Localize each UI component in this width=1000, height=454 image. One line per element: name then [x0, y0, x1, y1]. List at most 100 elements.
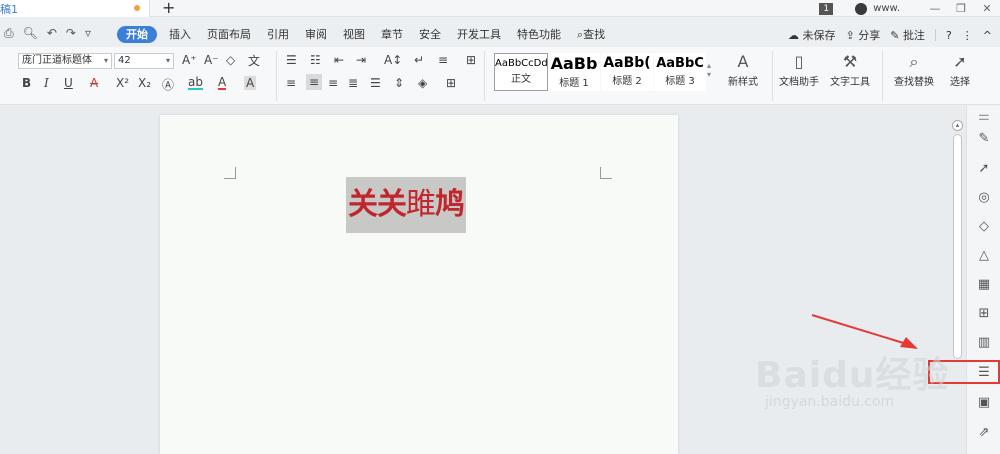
styles-scroll-icon[interactable]: ▴ ▾ — [707, 61, 711, 79]
comment-button[interactable]: ✎ 批注 — [890, 27, 925, 43]
find-replace-label: 查找替换 — [894, 77, 934, 88]
borders-icon[interactable]: ⊞ — [446, 76, 456, 90]
decrease-indent-icon[interactable]: ⇤ — [334, 53, 344, 67]
doc-assistant-button[interactable]: ▯ 文档助手 — [776, 51, 822, 88]
text-effect-icon[interactable]: Ⓐ — [162, 76, 174, 93]
select-button[interactable]: ➚ 选择 — [942, 51, 978, 88]
heading-part-light: 雎 — [406, 187, 436, 222]
new-style-button[interactable]: A 新样式 — [720, 51, 766, 88]
underline-icon[interactable]: U — [64, 76, 73, 90]
font-family-select[interactable]: 庞门正道标题体 ▾ — [18, 53, 112, 69]
triangle-icon[interactable]: △ — [975, 247, 993, 265]
text-tools-label: 文字工具 — [830, 77, 870, 88]
undo-icon[interactable]: ↶ — [47, 26, 57, 41]
align-right-icon[interactable]: ≡ — [328, 76, 338, 90]
vertical-scrollbar[interactable]: ▴ — [951, 120, 964, 454]
close-button[interactable]: ✕ — [974, 2, 1000, 15]
tab-view[interactable]: 视图 — [335, 26, 373, 43]
highlight-icon[interactable]: ab — [188, 76, 203, 90]
location-icon[interactable]: ◎ — [975, 189, 993, 207]
shapes-icon[interactable]: ◇ — [975, 218, 993, 236]
align-center-icon[interactable]: ≡ — [306, 74, 323, 90]
text-tools-button[interactable]: ⚒ 文字工具 — [824, 51, 876, 88]
clear-format-icon[interactable]: ◇ — [226, 53, 235, 67]
show-marks-icon[interactable]: ↵ — [414, 53, 424, 67]
table-icon[interactable]: ▦ — [975, 276, 993, 294]
table-icon[interactable]: ⊞ — [466, 53, 476, 67]
increase-indent-icon[interactable]: ⇥ — [356, 53, 366, 67]
style-heading-1[interactable]: AaBb 标题 1 — [548, 53, 600, 91]
user-name[interactable]: www. — [873, 3, 900, 14]
document-page[interactable]: 关关雎鸠 — [160, 115, 678, 454]
chart-icon[interactable]: ▥ — [975, 334, 993, 352]
tab-section[interactable]: 章节 — [373, 26, 411, 43]
tab-home[interactable]: 开始 — [117, 26, 157, 43]
sort-icon[interactable]: A↕ — [384, 53, 402, 67]
scroll-up-icon[interactable]: ▴ — [952, 120, 963, 131]
justify-icon[interactable]: ≣ — [348, 76, 358, 90]
numbered-list-icon[interactable]: ☷ — [310, 53, 321, 67]
style-label: 正文 — [511, 74, 531, 85]
new-style-icon: A — [737, 52, 749, 71]
divider — [772, 51, 773, 101]
font-color-icon[interactable]: A — [218, 76, 227, 90]
divider — [484, 51, 485, 101]
style-heading-3[interactable]: AaBbC 标题 3 — [654, 53, 706, 91]
divider — [934, 29, 936, 41]
redo-icon[interactable]: ↷ — [66, 26, 76, 41]
bullet-list-icon[interactable]: ☰ — [286, 53, 297, 67]
align-left-icon[interactable]: ≡ — [286, 76, 296, 90]
style-normal[interactable]: AaBbCcDd 正文 — [494, 53, 548, 91]
tab-insert[interactable]: 插入 — [161, 26, 199, 43]
strikethrough-icon[interactable]: A — [90, 76, 98, 90]
grid-icon[interactable]: ⊞ — [975, 305, 993, 323]
subscript-icon[interactable]: X₂ — [138, 76, 151, 90]
collapse-ribbon-button[interactable]: ^ — [983, 29, 992, 42]
style-sample: AaBb — [550, 54, 598, 73]
shading-icon[interactable]: ◈ — [418, 76, 427, 90]
find-replace-button[interactable]: ⌕ 查找替换 — [888, 51, 940, 88]
new-tab-button[interactable]: + — [162, 0, 175, 17]
style-sample: AaBbC — [656, 56, 704, 71]
document-tab[interactable]: 稿1 — [0, 0, 150, 17]
tab-security[interactable]: 安全 — [411, 26, 449, 43]
share-button[interactable]: ⇪ 分享 — [846, 27, 881, 43]
tab-developer[interactable]: 开发工具 — [449, 26, 509, 43]
font-size-select[interactable]: 42 ▾ — [114, 53, 174, 69]
decrease-font-icon[interactable]: A⁻ — [204, 53, 219, 67]
print-preview-icon[interactable]: 🔍︎ — [23, 26, 38, 41]
pen-icon[interactable]: ✎ — [975, 130, 993, 148]
help-button[interactable]: ? — [946, 29, 952, 42]
tab-features[interactable]: 特色功能 — [509, 26, 569, 43]
tab-search[interactable]: ⌕查找 — [569, 26, 613, 43]
pointer-icon[interactable]: ➚ — [975, 160, 993, 178]
selected-heading-text[interactable]: 关关雎鸠 — [346, 177, 466, 233]
tab-page-layout[interactable]: 页面布局 — [199, 26, 259, 43]
bold-icon[interactable]: B — [22, 76, 31, 90]
avatar[interactable] — [855, 2, 868, 15]
customize-icon[interactable]: ▿ — [85, 26, 91, 41]
more-button[interactable]: ⋮ — [962, 29, 973, 42]
italic-icon[interactable]: I — [44, 76, 49, 90]
char-shading-icon[interactable]: A — [244, 76, 257, 90]
sidebar-collapse-icon[interactable]: ⚌ — [975, 108, 993, 126]
chevron-down-icon: ▾ — [165, 56, 170, 65]
scrollbar-thumb[interactable] — [953, 134, 962, 359]
tab-references[interactable]: 引用 — [259, 26, 297, 43]
save-status[interactable]: ☁ 未保存 — [788, 27, 836, 43]
superscript-icon[interactable]: X² — [116, 76, 129, 90]
increase-font-icon[interactable]: A⁺ — [182, 53, 197, 67]
line-spacing-icon-2[interactable]: ⇕ — [394, 76, 404, 90]
share-icon[interactable]: ⇗ — [975, 424, 993, 442]
image-icon[interactable]: ▣ — [975, 394, 993, 412]
style-label: 标题 1 — [559, 78, 589, 89]
restore-button[interactable]: ❐ — [948, 2, 974, 15]
tab-review[interactable]: 审阅 — [297, 26, 335, 43]
comment-label: 批注 — [902, 29, 925, 42]
minimize-button[interactable]: — — [922, 2, 948, 15]
phonetic-guide-icon[interactable]: 文 — [248, 52, 260, 69]
line-spacing-icon[interactable]: ≡ — [438, 53, 448, 67]
style-heading-2[interactable]: AaBb( 标题 2 — [601, 53, 653, 91]
distribute-icon[interactable]: ☰ — [370, 76, 381, 90]
print-icon[interactable]: ⎙ — [4, 26, 14, 41]
